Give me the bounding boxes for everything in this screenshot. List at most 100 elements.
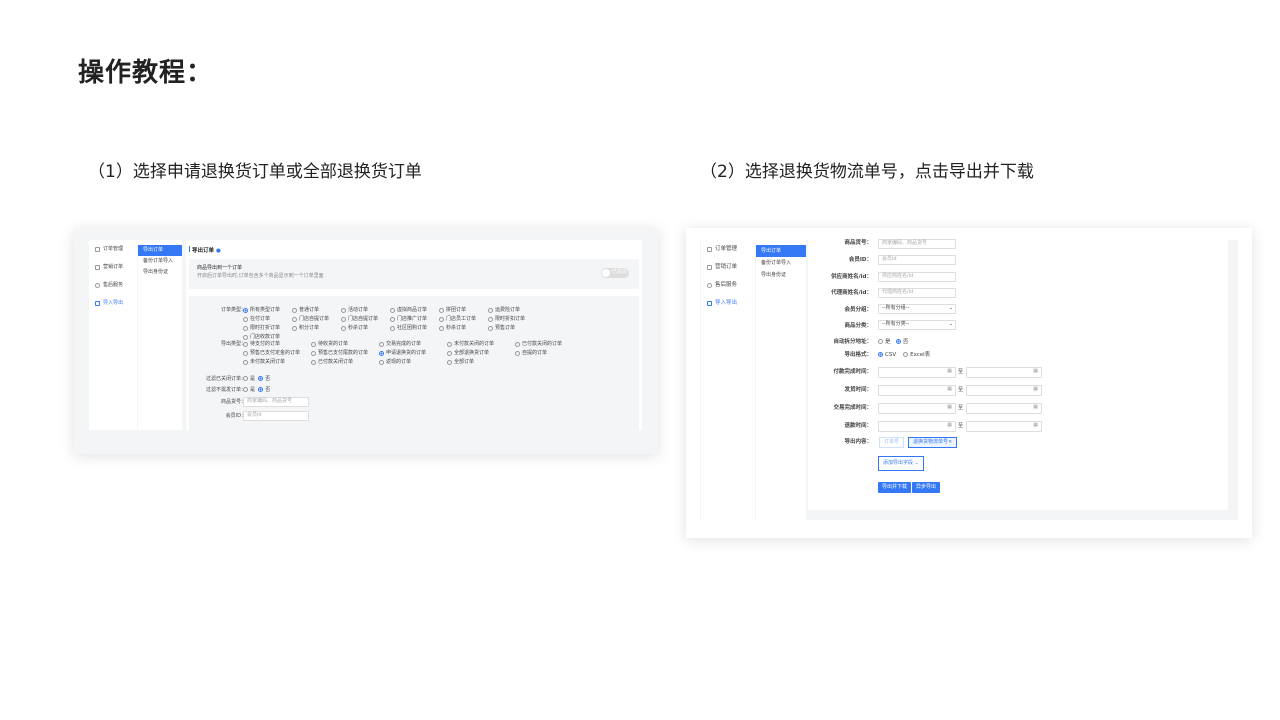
radio-option[interactable]: 交易完成的订单: [379, 341, 447, 348]
radio-option[interactable]: 全部订单: [447, 359, 515, 366]
radio-option[interactable]: 运费险订单: [488, 307, 537, 314]
radio-option[interactable]: 待支付的订单: [243, 341, 311, 348]
filter2-options: 是 否: [243, 387, 270, 394]
nav-orders[interactable]: 订单管理: [89, 240, 137, 258]
nav-label: 订单管理: [103, 245, 124, 252]
radio-option[interactable]: 未付款关闭的订单: [447, 341, 515, 348]
radio-option[interactable]: 门店推广订单: [390, 316, 439, 323]
date-end-input[interactable]: ▦: [966, 421, 1042, 432]
sub-backup-import[interactable]: 备份订单导入: [756, 257, 806, 269]
add-field-button[interactable]: 添加导出字段 ⌄: [878, 456, 924, 471]
content-tag-logistics-no[interactable]: 退换货物流单号×: [908, 437, 958, 448]
radio-option[interactable]: 预售已支付尾款的订单: [311, 350, 379, 357]
radio-option[interactable]: 虚拟商品订单: [390, 307, 439, 314]
group-value: --所有分组--: [882, 305, 910, 311]
radio-option[interactable]: 门店员工订单: [439, 316, 488, 323]
nav-orders[interactable]: 订单管理: [701, 240, 755, 258]
range-separator: 至: [958, 387, 964, 393]
radio-no[interactable]: [258, 376, 264, 381]
date-end-input[interactable]: ▦: [966, 403, 1042, 414]
radio-excel[interactable]: [903, 352, 909, 357]
radio-option[interactable]: 秒杀订单: [439, 325, 488, 332]
category-select[interactable]: --所有分类-- ⌄: [878, 320, 956, 330]
radio-option[interactable]: 自提的订单: [515, 350, 583, 357]
category-value: --所有分类--: [882, 321, 910, 327]
radio-option[interactable]: 秒杀订单: [341, 325, 390, 332]
nav-label: 导入导出: [715, 300, 738, 306]
radio-icon: [515, 351, 520, 356]
radio-csv[interactable]: [878, 352, 883, 357]
radio-icon: [439, 317, 444, 322]
radio-option[interactable]: 预售已支付定金的订单: [243, 350, 311, 357]
radio-option[interactable]: 限时打折订单: [243, 325, 292, 332]
product-code-input[interactable]: 商家编码、商品货号: [243, 397, 309, 407]
radio-option[interactable]: 所有类型订单: [243, 307, 292, 314]
radio-option[interactable]: 在付订单: [243, 316, 292, 323]
radio-no[interactable]: [895, 339, 901, 344]
nav-marketing[interactable]: 营销订单: [701, 258, 755, 276]
radio-label: 待收货的订单: [318, 341, 349, 347]
export-download-button[interactable]: 导出并下载: [878, 482, 912, 493]
date-start-input[interactable]: ▦: [878, 385, 956, 396]
date-end-input[interactable]: ▦: [966, 385, 1042, 396]
member-label: 会员ID：: [848, 257, 872, 263]
radio-option[interactable]: 门店收款订单: [243, 334, 292, 341]
sub-export-order[interactable]: 导出订单: [756, 245, 806, 257]
radio-option[interactable]: 拼团订单: [439, 307, 488, 314]
radio-option[interactable]: 限时折扣订单: [488, 316, 537, 323]
radio-yes[interactable]: [243, 376, 248, 381]
radio-label: 门店收款订单: [250, 334, 281, 340]
radio-option[interactable]: 积分订单: [292, 325, 341, 332]
radio-option[interactable]: 社区团购订单: [390, 325, 439, 332]
product-code-label: 商品货号：: [220, 399, 246, 405]
product-input[interactable]: 商家编码、商品货号: [878, 239, 956, 249]
date-start-input[interactable]: ▦: [878, 403, 956, 414]
screenshot-step1: 订单管理 营销订单 售后服务 导入导出 导出订单 备份订单导入 导出身份证 导出…: [74, 228, 658, 454]
radio-option[interactable]: 全部退换货订单: [447, 350, 515, 357]
radio-icon: [243, 342, 248, 347]
radio-icon: [488, 326, 493, 331]
radio-icon: [243, 335, 248, 340]
member-id-input[interactable]: 会员id: [243, 411, 309, 421]
nav-import-export[interactable]: 导入导出: [701, 294, 755, 312]
radio-option[interactable]: 待收货的订单: [311, 341, 379, 348]
radio-option[interactable]: 门店自提订单: [292, 316, 341, 323]
nav-marketing[interactable]: 营销订单: [89, 258, 137, 276]
radio-icon: [379, 351, 384, 356]
member-input[interactable]: 会员id: [878, 255, 956, 265]
nav-import-export[interactable]: 导入导出: [89, 294, 137, 312]
sub-export-order[interactable]: 导出订单: [138, 245, 182, 256]
radio-option[interactable]: 普通订单: [292, 307, 341, 314]
radio-icon: [515, 342, 520, 347]
chevron-down-icon: ⌄: [914, 460, 919, 466]
radio-option[interactable]: 未付款关闭订单: [243, 359, 311, 366]
sub-backup-import[interactable]: 备份订单导入: [138, 256, 182, 267]
radio-option[interactable]: 预售订单: [488, 325, 537, 332]
radio-yes[interactable]: [878, 339, 883, 344]
radio-option[interactable]: 已付款关闭的订单: [515, 341, 583, 348]
radio-label: 已付款关闭的订单: [522, 341, 563, 347]
radio-option[interactable]: 门店自提订单: [341, 316, 390, 323]
radio-no[interactable]: [258, 387, 264, 392]
sub-export-id[interactable]: 导出身份证: [138, 267, 182, 278]
radio-icon: [488, 317, 493, 322]
radio-yes[interactable]: [243, 387, 248, 392]
merge-toggle[interactable]: 已关闭: [601, 268, 629, 278]
nav-label: 营销订单: [715, 264, 738, 270]
sub-export-id[interactable]: 导出身份证: [756, 269, 806, 281]
radio-label: 未付款关闭的订单: [454, 341, 495, 347]
supplier-input[interactable]: 供应商姓名/id: [878, 272, 956, 282]
radio-option[interactable]: 返现的订单: [379, 359, 447, 366]
agent-input[interactable]: 代理商姓名/id: [878, 288, 956, 298]
async-export-button[interactable]: 异步导出: [912, 482, 941, 493]
nav-aftersale[interactable]: 售后服务: [701, 276, 755, 294]
radio-option[interactable]: 活动订单: [341, 307, 390, 314]
date-end-input[interactable]: ▦: [966, 367, 1042, 378]
date-start-input[interactable]: ▦: [878, 421, 956, 432]
nav-aftersale[interactable]: 售后服务: [89, 276, 137, 294]
radio-option[interactable]: 申请退换货的订单: [379, 350, 447, 357]
date-start-input[interactable]: ▦: [878, 367, 956, 378]
content-tag-order-no[interactable]: 订单号: [879, 437, 905, 448]
radio-option[interactable]: 已付款关闭订单: [311, 359, 379, 366]
group-select[interactable]: --所有分组-- ⌄: [878, 304, 956, 314]
